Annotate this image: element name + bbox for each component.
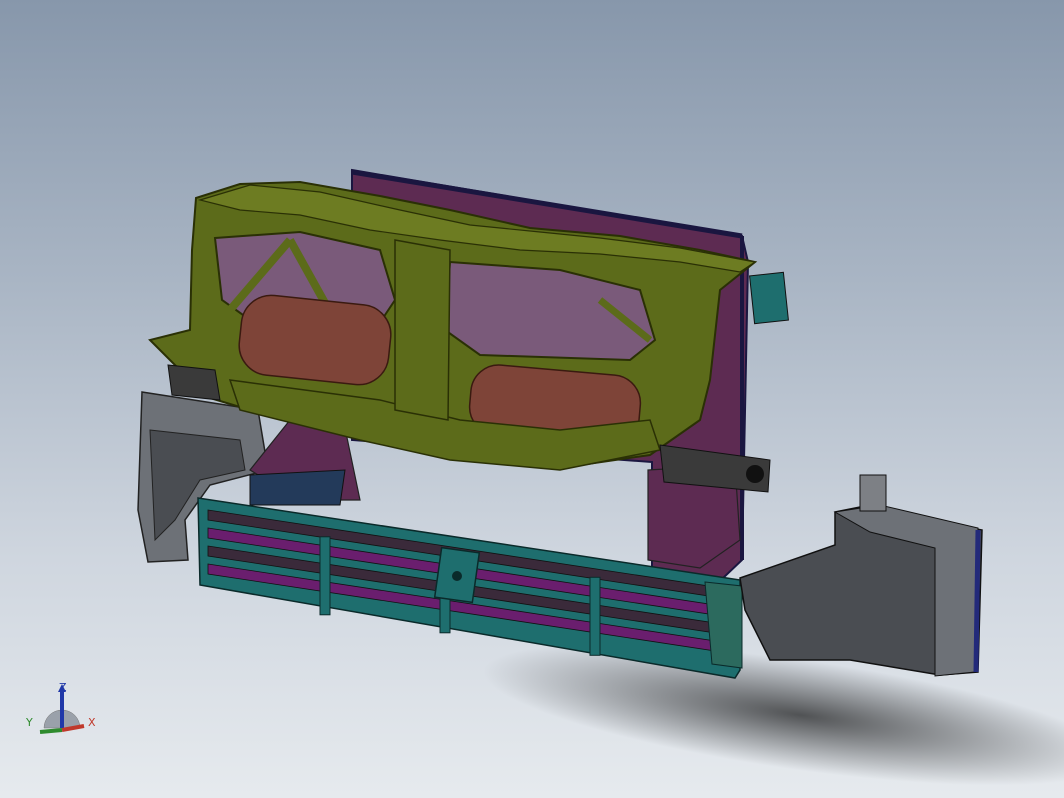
- right-air-duct[interactable]: [739, 474, 983, 677]
- shutter-divider: [319, 536, 331, 616]
- left-bracket-plate: [249, 469, 346, 506]
- view-orientation-triad[interactable]: Z X Y: [22, 676, 102, 742]
- shutter-divider: [589, 576, 601, 656]
- y-axis-label: Y: [25, 716, 33, 729]
- right-mount-hole: [746, 465, 764, 483]
- carrier-center-pillar: [394, 239, 451, 421]
- y-axis-line: [39, 728, 63, 734]
- shutter-center-hole: [452, 571, 462, 581]
- x-axis-label: X: [88, 716, 96, 729]
- cad-model-view[interactable]: [0, 0, 1064, 798]
- left-bumper-mount: [167, 364, 221, 401]
- left-tank: [238, 294, 392, 386]
- side-connector: [749, 271, 789, 325]
- graphics-viewport[interactable]: Z X Y: [0, 0, 1064, 798]
- duct-clip: [859, 474, 887, 512]
- z-axis-label: Z: [59, 681, 67, 694]
- right-duct-blue-edge: [973, 529, 981, 673]
